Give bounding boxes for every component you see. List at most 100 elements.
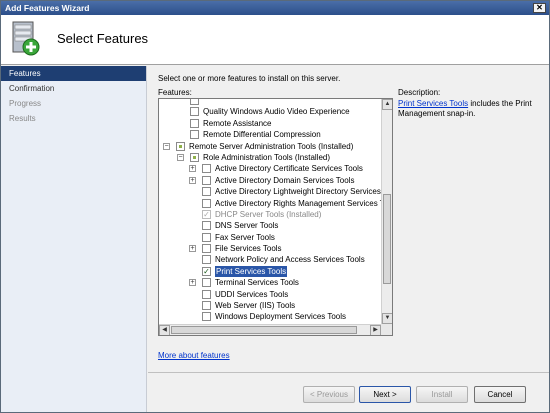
tree-item[interactable]: − Role Administration Tools (Installed): [159, 152, 381, 163]
tree-item[interactable]: DNS Server Tools: [159, 220, 381, 231]
collapse-icon[interactable]: −: [177, 153, 184, 161]
nav-item-progress: Progress: [9, 99, 42, 108]
nav-item-results: Results: [9, 114, 36, 123]
scroll-down-arrow-icon[interactable]: ▼: [382, 313, 392, 324]
description-label: Description:: [398, 88, 441, 97]
close-icon: ✕: [536, 3, 543, 12]
feature-checkbox[interactable]: [190, 130, 199, 140]
tree-item[interactable]: + Active Directory Domain Services Tools: [159, 175, 381, 186]
tree-item[interactable]: + Terminal Services Tools: [159, 277, 381, 288]
tree-item[interactable]: − Remote Server Administration Tools (Ins…: [159, 141, 381, 152]
wizard-footer: < Previous Next > Install Cancel: [148, 372, 549, 412]
tree-item[interactable]: Fax Server Tools: [159, 232, 381, 243]
instruction-text: Select one or more features to install o…: [158, 74, 341, 83]
tree-item-label: Fax Server Tools: [215, 232, 275, 242]
tree-item[interactable]: Windows Deployment Services Tools: [159, 311, 381, 322]
nav-item-features[interactable]: Features: [1, 66, 146, 81]
tree-item[interactable]: + Active Directory Certificate Services T…: [159, 163, 381, 174]
vertical-scroll-thumb[interactable]: [383, 194, 391, 284]
feature-checkbox[interactable]: [202, 187, 211, 197]
tree-item-label: Network Policy and Access Services Tools: [215, 255, 365, 265]
description-text: Print Services Tools includes the Print …: [398, 99, 546, 119]
feature-checkbox[interactable]: ✓: [202, 266, 211, 276]
wizard-header: Select Features: [1, 15, 549, 65]
tree-item[interactable]: Active Directory Lightweight Directory S…: [159, 186, 391, 197]
tree-item-label: Active Directory Domain Services Tools: [215, 175, 355, 185]
feature-checkbox[interactable]: [202, 312, 211, 322]
feature-checkbox[interactable]: [190, 99, 199, 105]
feature-checkbox[interactable]: [202, 301, 211, 311]
tree-item-label: Active Directory Rights Management Servi…: [215, 198, 393, 208]
tree-item-label: Remote Assistance: [203, 118, 272, 128]
feature-checkbox[interactable]: [190, 335, 199, 336]
feature-checkbox[interactable]: [202, 255, 211, 265]
next-button[interactable]: Next >: [359, 386, 411, 403]
tree-item-label: Web Server (IIS) Tools: [215, 301, 296, 311]
feature-checkbox[interactable]: [202, 244, 211, 254]
tree-item-label: Windows Deployment Services Tools: [215, 312, 347, 322]
description-link[interactable]: Print Services Tools: [398, 99, 468, 108]
tree-item[interactable]: + File Services Tools: [159, 243, 381, 254]
scroll-right-arrow-icon[interactable]: ▶: [370, 325, 381, 335]
server-add-icon: [12, 21, 40, 56]
expand-icon[interactable]: +: [189, 245, 196, 253]
collapse-icon[interactable]: −: [163, 142, 170, 150]
feature-checkbox[interactable]: [202, 221, 211, 231]
tree-item[interactable]: UDDI Services Tools: [159, 289, 381, 300]
nav-item-confirmation[interactable]: Confirmation: [1, 81, 146, 96]
tree-item[interactable]: Network Policy and Access Services Tools: [159, 254, 381, 265]
tree-item[interactable]: ✓ DHCP Server Tools (Installed): [159, 209, 381, 220]
feature-checkbox[interactable]: [190, 107, 199, 117]
expand-icon[interactable]: +: [189, 279, 196, 287]
tree-item[interactable]: Active Directory Rights Management Servi…: [159, 198, 392, 209]
feature-checkbox[interactable]: [202, 278, 211, 288]
tree-item-label: Role Administration Tools (Installed): [203, 152, 331, 162]
tree-item-label: File Services Tools: [215, 244, 282, 254]
vertical-scrollbar[interactable]: ▲ ▼: [381, 99, 392, 324]
tree-item[interactable]: [159, 99, 381, 106]
scroll-up-arrow-icon[interactable]: ▲: [382, 99, 392, 110]
window-title: Add Features Wizard: [5, 3, 90, 13]
feature-checkbox[interactable]: [176, 141, 185, 151]
tree-item-label: UDDI Services Tools: [215, 289, 289, 299]
feature-checkbox[interactable]: [190, 152, 199, 162]
tree-item-label: Active Directory Lightweight Directory S…: [215, 187, 392, 197]
feature-checkbox[interactable]: [202, 175, 211, 185]
more-about-features-link[interactable]: More about features: [158, 351, 230, 360]
install-button[interactable]: Install: [416, 386, 468, 403]
page-title: Select Features: [57, 31, 149, 46]
feature-checkbox[interactable]: [202, 164, 211, 174]
cancel-button[interactable]: Cancel: [474, 386, 526, 403]
tree-item[interactable]: Quality Windows Audio Video Experience: [159, 106, 381, 117]
expand-icon[interactable]: +: [189, 176, 196, 184]
tree-item-label: Quality Windows Audio Video Experience: [203, 107, 350, 117]
expand-icon[interactable]: +: [189, 165, 196, 173]
content-pane: Select one or more features to install o…: [148, 66, 549, 372]
tree-item[interactable]: Remote Differential Compression: [159, 129, 381, 140]
feature-checkbox[interactable]: [190, 118, 199, 128]
tree-item[interactable]: Remote Assistance: [159, 118, 381, 129]
tree-item-label: DHCP Server Tools (Installed): [215, 209, 322, 219]
scrollbar-corner: [381, 324, 392, 335]
feature-checkbox[interactable]: [202, 289, 211, 299]
tree-item-label: Terminal Services Tools: [215, 278, 299, 288]
features-label: Features:: [158, 88, 192, 97]
feature-checkbox[interactable]: ✓: [202, 209, 211, 219]
feature-checkbox[interactable]: [202, 232, 211, 242]
wizard-window: Add Features Wizard ✕ Select Features Fe…: [0, 0, 550, 413]
tree-item[interactable]: ✓ Print Services Tools: [159, 265, 381, 277]
tree-item[interactable]: Web Server (IIS) Tools: [159, 300, 381, 311]
feature-checkbox[interactable]: [202, 198, 211, 208]
features-tree[interactable]: Quality Windows Audio Video Experience Re…: [158, 98, 393, 336]
horizontal-scrollbar[interactable]: ◀ ▶: [159, 324, 381, 335]
scroll-left-arrow-icon[interactable]: ◀: [159, 325, 170, 335]
title-bar[interactable]: Add Features Wizard ✕: [1, 1, 549, 15]
previous-button[interactable]: < Previous: [303, 386, 355, 403]
tree-item-label: Print Services Tools: [215, 265, 288, 277]
tree-item-label: Remote Differential Compression: [203, 130, 321, 140]
tree-item-label: DNS Server Tools: [215, 221, 279, 231]
tree-item-label: Remote Server Administration Tools (Inst…: [189, 141, 354, 151]
close-button[interactable]: ✕: [533, 3, 546, 13]
horizontal-scroll-thumb[interactable]: [171, 326, 357, 334]
tree-item-label: Active Directory Certificate Services To…: [215, 164, 363, 174]
